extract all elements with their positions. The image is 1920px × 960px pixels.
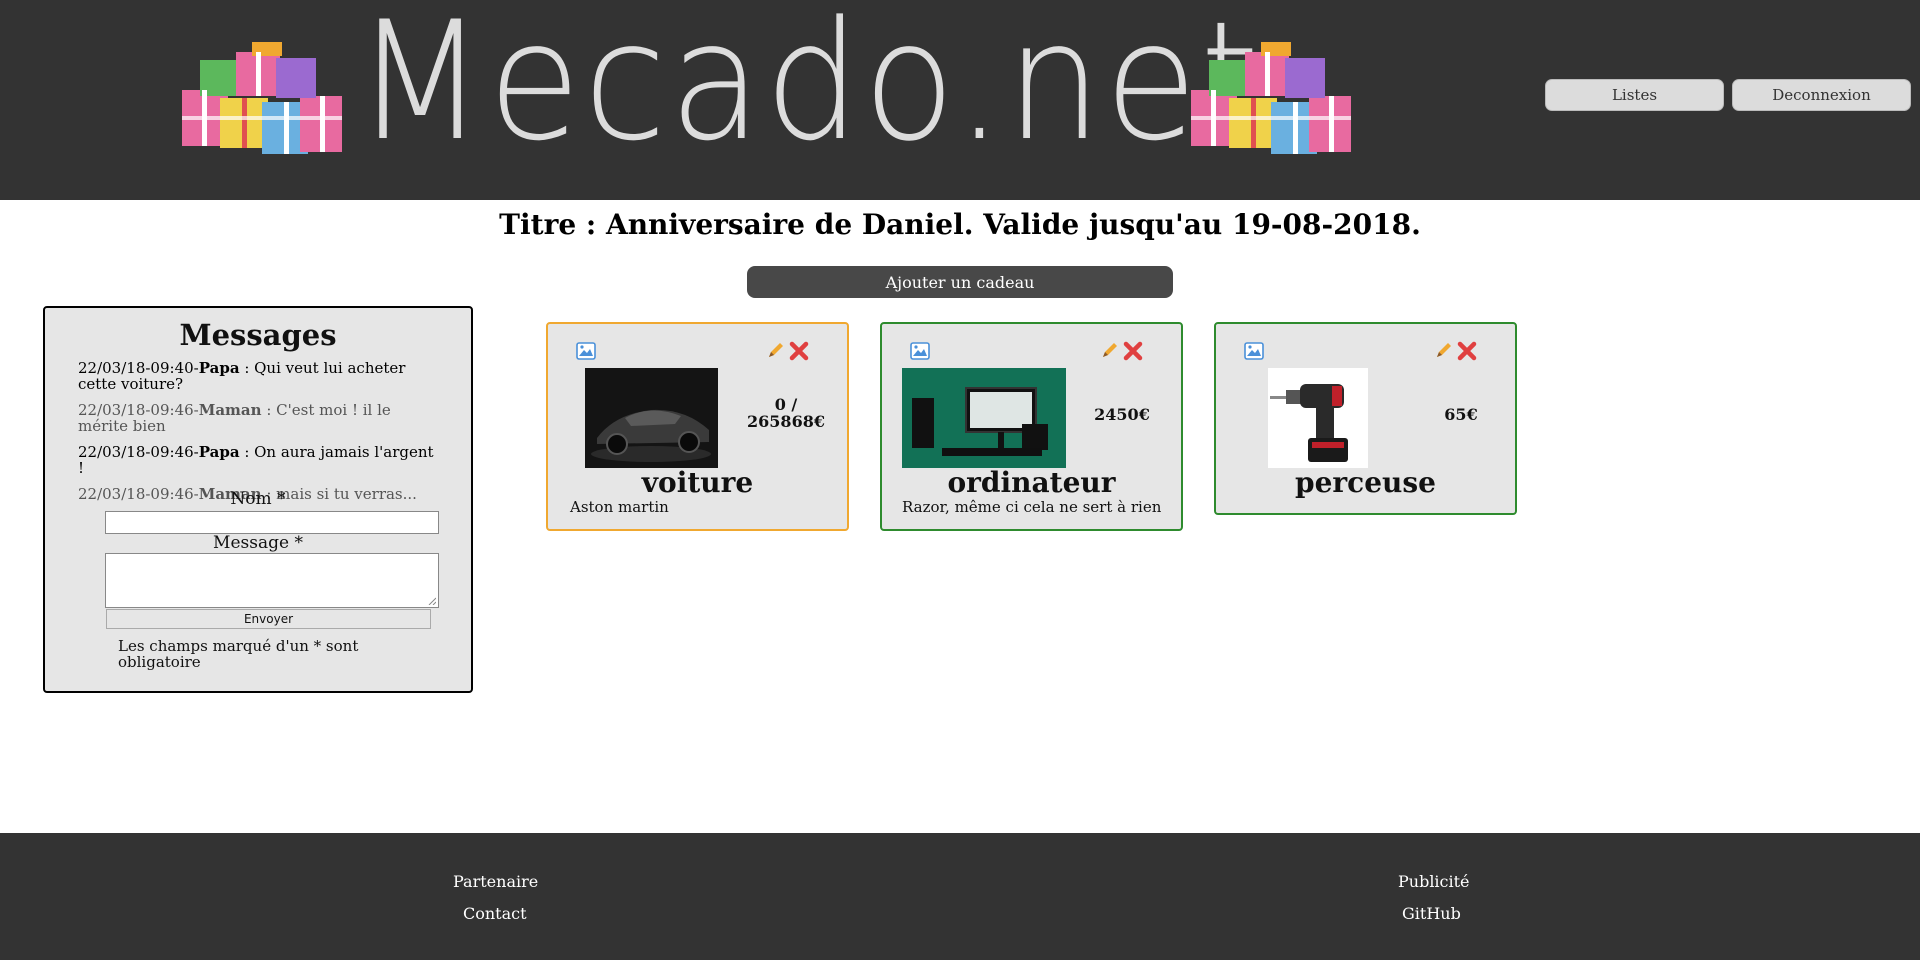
name-input[interactable] bbox=[105, 511, 439, 534]
gift-price: 65€ bbox=[1444, 405, 1478, 424]
gift-price: 0 / 265868€ bbox=[747, 395, 825, 431]
message-item: 22/03/18-09:46-Papa : On aura jamais l'a… bbox=[78, 443, 434, 477]
delete-icon[interactable] bbox=[788, 340, 810, 362]
page-title: Titre : Anniversaire de Daniel. Valide j… bbox=[499, 208, 1421, 241]
message-item: 22/03/18-09:40-Papa : Qui veut lui achet… bbox=[78, 359, 406, 393]
edit-pencil-icon[interactable] bbox=[1100, 340, 1120, 360]
lists-button[interactable]: Listes bbox=[1545, 79, 1724, 111]
logout-button[interactable]: Deconnexion bbox=[1732, 79, 1911, 111]
gift-photo-drill bbox=[1268, 368, 1368, 468]
gift-pile-logo bbox=[1191, 42, 1351, 154]
gift-name: perceuse bbox=[1295, 466, 1436, 499]
message-textarea[interactable] bbox=[105, 553, 439, 608]
footer-link-github[interactable]: GitHub bbox=[1402, 904, 1461, 923]
gift-price: 2450€ bbox=[1094, 405, 1150, 424]
edit-pencil-icon[interactable] bbox=[766, 340, 786, 360]
delete-icon[interactable] bbox=[1456, 340, 1478, 362]
delete-icon[interactable] bbox=[1122, 340, 1144, 362]
site-footer: Partenaire Contact Publicité GitHub bbox=[0, 833, 1920, 960]
send-button[interactable]: Envoyer bbox=[106, 609, 431, 629]
message-item: 22/03/18-09:46-Maman : C'est moi ! il le… bbox=[78, 401, 391, 435]
edit-pencil-icon[interactable] bbox=[1434, 340, 1454, 360]
gift-description: Razor, même ci cela ne sert à rien bbox=[902, 498, 1162, 516]
required-fields-note: Les champs marqué d'un * sont obligatoir… bbox=[118, 637, 359, 671]
gift-name: ordinateur bbox=[947, 466, 1116, 499]
add-gift-button[interactable]: Ajouter un cadeau bbox=[747, 266, 1173, 298]
gift-photo-computer bbox=[902, 368, 1066, 468]
gift-card: 65€ perceuse bbox=[1214, 322, 1517, 515]
messages-panel: Messages 22/03/18-09:40-Papa : Qui veut … bbox=[43, 306, 473, 693]
gift-card: 2450€ ordinateur Razor, même ci cela ne … bbox=[880, 322, 1183, 531]
message-label: Message * bbox=[213, 533, 303, 553]
resize-handle-icon[interactable] bbox=[428, 597, 436, 605]
footer-link-ads[interactable]: Publicité bbox=[1398, 872, 1470, 891]
name-label: Nom * bbox=[230, 489, 286, 509]
gift-photo-car bbox=[585, 368, 718, 468]
image-icon[interactable] bbox=[910, 342, 930, 360]
gift-card: 0 / 265868€ voiture Aston martin bbox=[546, 322, 849, 531]
image-icon[interactable] bbox=[576, 342, 596, 360]
gift-pile-logo bbox=[182, 42, 342, 154]
messages-heading: Messages bbox=[179, 318, 337, 352]
footer-link-contact[interactable]: Contact bbox=[463, 904, 527, 923]
footer-link-partner[interactable]: Partenaire bbox=[453, 872, 538, 891]
site-logo: Mecado.net bbox=[355, 0, 1263, 177]
site-header: Mecado.net Listes Deconnexion bbox=[0, 0, 1920, 200]
gift-description: Aston martin bbox=[570, 498, 669, 516]
image-icon[interactable] bbox=[1244, 342, 1264, 360]
gift-name: voiture bbox=[641, 466, 754, 499]
